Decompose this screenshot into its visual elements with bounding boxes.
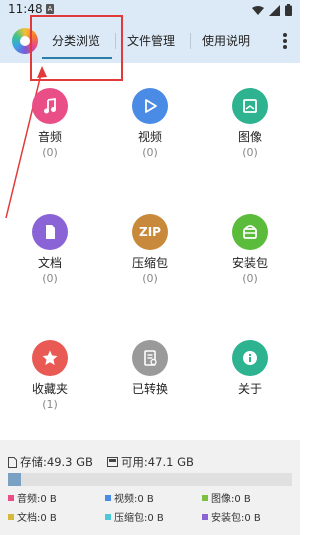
category-count: (0) [42, 272, 58, 285]
category-favorites[interactable]: 收藏夹 (1) [5, 340, 95, 411]
convert-icon [132, 340, 168, 376]
category-label: 视频 [137, 130, 162, 144]
status-icons [252, 4, 292, 16]
image-icon [232, 88, 268, 124]
legend-audio: 音频:0 B [8, 490, 57, 505]
storage-file-icon [8, 456, 17, 468]
legend-label: 安装包:0 B [211, 513, 261, 524]
legend-swatch [105, 494, 111, 501]
storage-panel: 存储:49.3 GB 可用:47.1 GB 音频:0 B 视频:0 B 图像:0… [0, 440, 300, 535]
category-count: (1) [42, 398, 58, 411]
category-count: (0) [242, 146, 258, 159]
zip-icon: ZIP [132, 214, 168, 250]
category-label: 关于 [237, 382, 262, 396]
legend-label: 音频:0 B [17, 494, 57, 505]
tab-divider [190, 33, 191, 49]
legend-archive: 压缩包:0 B [105, 509, 164, 524]
category-label: 已转换 [131, 382, 168, 396]
app-logo-icon[interactable] [12, 28, 38, 54]
legend-document: 文档:0 B [8, 509, 57, 524]
notification-icon: A [46, 4, 54, 14]
tab-divider [115, 33, 116, 49]
status-bar: 11:48 A [0, 0, 300, 21]
category-count: (0) [142, 272, 158, 285]
category-audio[interactable]: 音频 (0) [5, 88, 95, 159]
category-converted[interactable]: 已转换 [105, 340, 195, 397]
category-document[interactable]: 文档 (0) [5, 214, 95, 285]
legend-label: 文档:0 B [17, 513, 57, 524]
legend-label: 视频:0 B [114, 494, 154, 505]
category-about[interactable]: 关于 [205, 340, 295, 397]
category-video[interactable]: 视频 (0) [105, 88, 195, 159]
category-count: (0) [242, 272, 258, 285]
storage-free: 可用:47.1 GB [120, 455, 194, 469]
app-toolbar: 分类浏览 文件管理 使用说明 [0, 21, 300, 63]
music-note-icon [32, 88, 68, 124]
battery-icon [285, 4, 292, 16]
category-label: 音频 [37, 130, 62, 144]
star-icon [32, 340, 68, 376]
legend-apk: 安装包:0 B [202, 509, 261, 524]
active-tab-indicator [42, 57, 112, 59]
category-label: 图像 [237, 130, 262, 144]
android-icon [232, 214, 268, 250]
tab-file-manager[interactable]: 文件管理 [127, 32, 175, 49]
legend-label: 图像:0 B [211, 494, 251, 505]
storage-total: 存储:49.3 GB [20, 455, 93, 469]
legend-swatch [8, 494, 14, 501]
legend-label: 压缩包:0 B [114, 513, 164, 524]
tab-instructions[interactable]: 使用说明 [202, 32, 250, 49]
legend-swatch [105, 513, 111, 520]
category-archive[interactable]: ZIP 压缩包 (0) [105, 214, 195, 285]
zip-glyph: ZIP [139, 225, 161, 239]
wifi-icon [252, 5, 264, 15]
category-image[interactable]: 图像 (0) [205, 88, 295, 159]
tab-category-browse[interactable]: 分类浏览 [52, 32, 100, 49]
storage-usage-fill [8, 473, 21, 486]
document-icon [32, 214, 68, 250]
category-count: (0) [142, 146, 158, 159]
category-label: 收藏夹 [31, 382, 68, 396]
legend-video: 视频:0 B [105, 490, 154, 505]
legend-swatch [8, 513, 14, 520]
free-space-icon [106, 457, 118, 467]
storage-usage-bar [8, 473, 292, 486]
signal-icon [269, 4, 280, 16]
category-apk[interactable]: 安装包 (0) [205, 214, 295, 285]
category-label: 压缩包 [131, 256, 168, 270]
legend-image: 图像:0 B [202, 490, 251, 505]
status-time: 11:48 [8, 2, 43, 16]
play-icon [132, 88, 168, 124]
category-label: 安装包 [231, 256, 268, 270]
info-icon [232, 340, 268, 376]
category-label: 文档 [37, 256, 62, 270]
legend-swatch [202, 494, 208, 501]
category-count: (0) [42, 146, 58, 159]
legend-swatch [202, 513, 208, 520]
storage-summary: 存储:49.3 GB 可用:47.1 GB [8, 454, 194, 470]
more-options-icon[interactable] [280, 31, 290, 53]
